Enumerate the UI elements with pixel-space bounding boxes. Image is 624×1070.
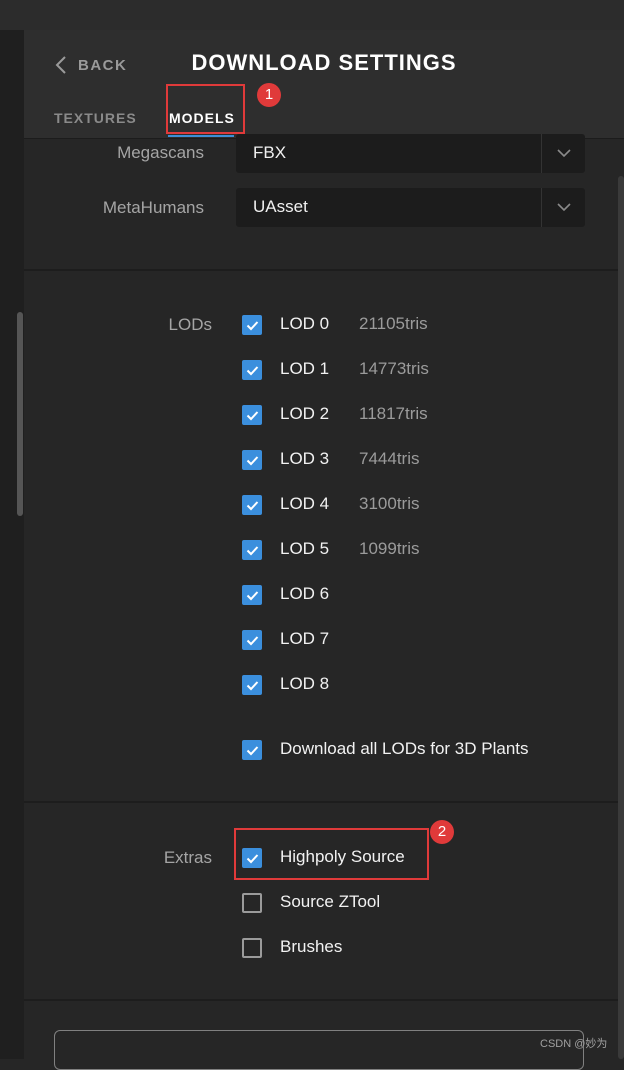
lod-label: LOD 0 (280, 314, 330, 333)
tab-textures[interactable]: TEXTURES (54, 110, 137, 126)
right-scrollbar[interactable] (618, 176, 624, 1059)
lod-label: LOD 1 (280, 359, 330, 378)
chevron-left-icon (55, 56, 66, 74)
checkbox-checked (242, 315, 262, 335)
lod-tris: 11817tris (359, 404, 428, 423)
checkbox-checked (242, 360, 262, 380)
checkmark-icon (246, 680, 258, 690)
metahumans-label: MetaHumans (102, 198, 204, 217)
checkbox-checked (242, 740, 262, 760)
brushes-checkbox[interactable]: Brushes (242, 937, 342, 958)
checkmark-icon (246, 500, 258, 510)
checkbox-checked (242, 495, 262, 515)
section-divider (24, 999, 624, 1001)
back-button[interactable]: BACK (54, 54, 127, 76)
download-settings-panel: BACK DOWNLOAD SETTINGS TEXTURES MODELS 1… (24, 30, 624, 1070)
checkbox-unchecked (242, 893, 262, 913)
checkmark-icon (246, 635, 258, 645)
megascans-format-value: FBX (253, 143, 287, 162)
checkbox-unchecked (242, 938, 262, 958)
lod-4-checkbox[interactable]: LOD 4 3100tris (242, 494, 419, 515)
lod-label: LOD 2 (280, 404, 330, 423)
annotation-badge-2: 2 (430, 820, 454, 844)
top-strip (24, 0, 624, 30)
lod-label: LOD 4 (280, 494, 330, 513)
lod-tris: 3100tris (359, 494, 420, 513)
checkmark-icon (246, 410, 258, 420)
panel-header: BACK DOWNLOAD SETTINGS TEXTURES MODELS (24, 30, 624, 139)
checkbox-checked (242, 630, 262, 650)
lod-1-checkbox[interactable]: LOD 1 14773tris (242, 359, 429, 380)
checkmark-icon (246, 455, 258, 465)
checkmark-icon (246, 365, 258, 375)
left-top-bar (0, 0, 24, 30)
metahumans-format-value: UAsset (253, 197, 308, 216)
lod-label: LOD 5 (280, 539, 330, 558)
source-ztool-checkbox[interactable]: Source ZTool (242, 892, 380, 913)
lod-8-checkbox[interactable]: LOD 8 (242, 674, 329, 695)
lod-tris: 21105tris (359, 314, 428, 333)
checkmark-icon (246, 320, 258, 330)
lod-3-checkbox[interactable]: LOD 3 7444tris (242, 449, 419, 470)
extras-label: Extras (163, 848, 212, 867)
back-label: BACK (78, 56, 128, 74)
section-divider (24, 801, 624, 803)
lods-label: LODs (168, 315, 212, 334)
checkmark-icon (246, 545, 258, 555)
lod-label: LOD 6 (280, 584, 330, 603)
checkbox-checked (242, 585, 262, 605)
brushes-label: Brushes (280, 937, 343, 956)
source-ztool-label: Source ZTool (280, 892, 381, 911)
lod-label: LOD 7 (280, 629, 330, 648)
lod-2-checkbox[interactable]: LOD 2 11817tris (242, 404, 428, 425)
lod-7-checkbox[interactable]: LOD 7 (242, 629, 329, 650)
page-title: DOWNLOAD SETTINGS (191, 50, 457, 75)
annotation-badge-1: 1 (257, 83, 281, 107)
lod-tris: 1099tris (359, 539, 420, 558)
download-all-lods-checkbox[interactable]: Download all LODs for 3D Plants (242, 739, 529, 760)
lod-0-checkbox[interactable]: LOD 0 21105tris (242, 314, 428, 335)
watermark-text: CSDN @妙为 (540, 1038, 608, 1050)
left-background-panel (0, 0, 24, 1059)
annotation-box-2 (234, 828, 429, 880)
lod-label: LOD 8 (280, 674, 330, 693)
lod-tris: 14773tris (359, 359, 429, 378)
chevron-down-icon (557, 203, 571, 212)
checkbox-checked (242, 405, 262, 425)
download-all-lods-label: Download all LODs for 3D Plants (280, 739, 529, 758)
section-divider (24, 269, 624, 271)
checkmark-icon (246, 745, 258, 755)
metahumans-format-select[interactable]: UAsset (236, 188, 585, 227)
checkbox-checked (242, 540, 262, 560)
checkmark-icon (246, 590, 258, 600)
select-separator (541, 134, 542, 173)
lod-5-checkbox[interactable]: LOD 5 1099tris (242, 539, 419, 560)
megascans-label: Megascans (117, 143, 204, 162)
checkbox-checked (242, 675, 262, 695)
megascans-format-select[interactable]: FBX (236, 134, 585, 173)
lod-label: LOD 3 (280, 449, 330, 468)
lod-tris: 7444tris (359, 449, 420, 468)
lod-6-checkbox[interactable]: LOD 6 (242, 584, 329, 605)
annotation-box-1 (166, 84, 245, 134)
left-scrollbar[interactable] (17, 312, 23, 516)
select-separator (541, 188, 542, 227)
chevron-down-icon (557, 149, 571, 158)
checkbox-checked (242, 450, 262, 470)
bottom-action-box[interactable] (54, 1030, 584, 1070)
active-tab-indicator (168, 135, 234, 137)
